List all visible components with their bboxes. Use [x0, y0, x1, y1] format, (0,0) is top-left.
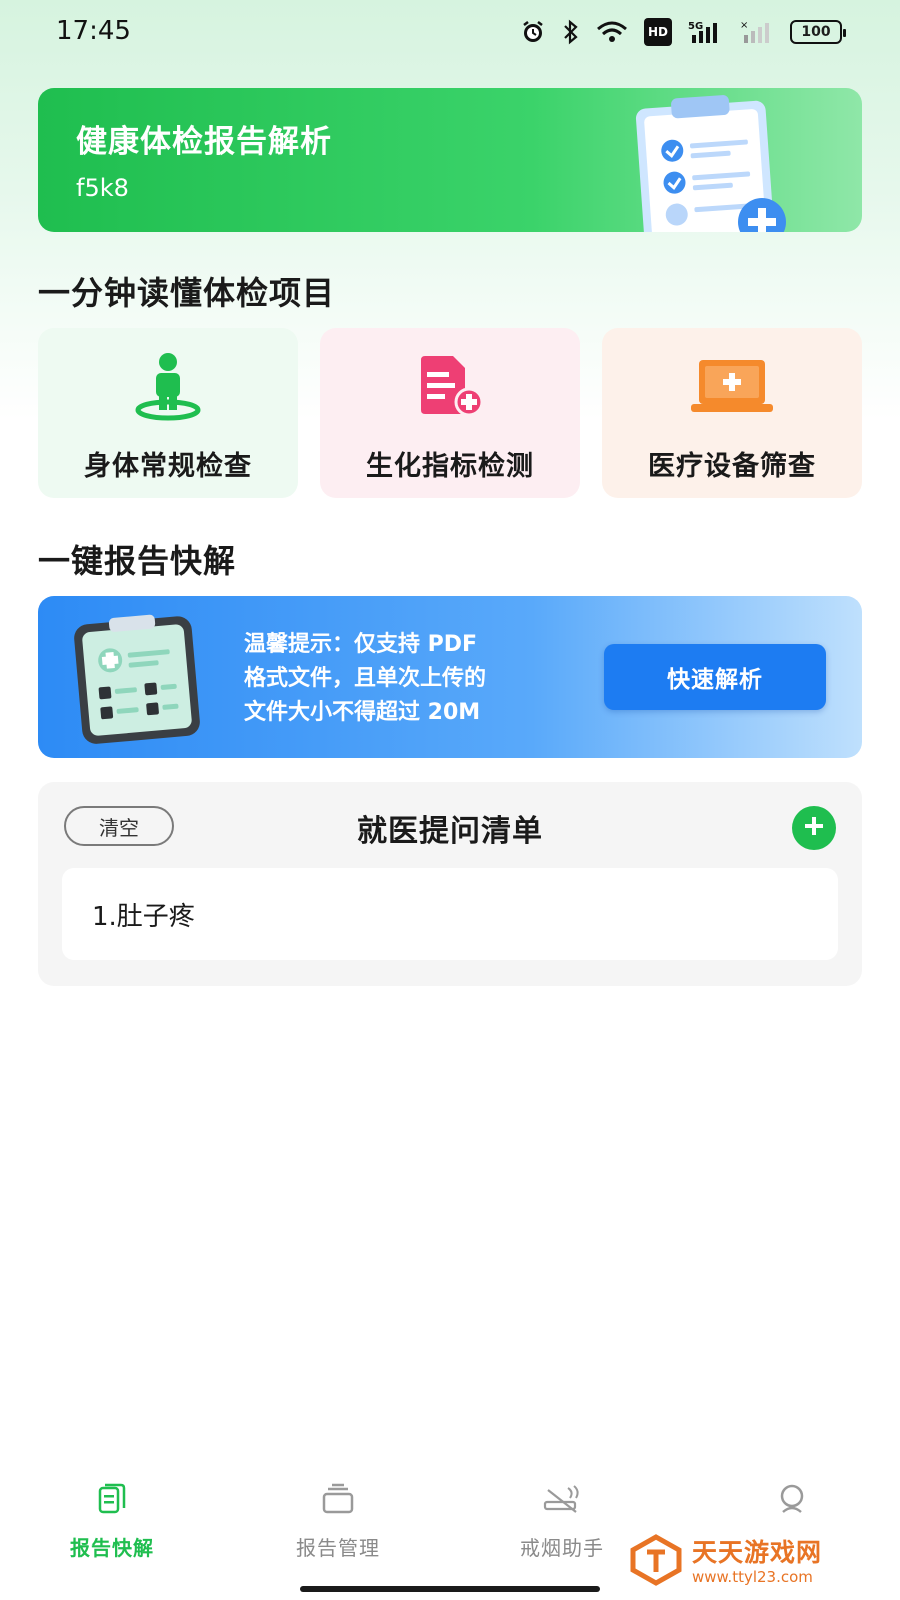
svg-text:×: × — [740, 20, 748, 31]
status-bar: 17:45 HD 5G × 100 — [0, 0, 900, 64]
home-indicator[interactable] — [300, 1586, 600, 1592]
hero-banner[interactable]: 健康体检报告解析 f5k8 — [38, 88, 862, 232]
question-list-title: 就医提问清单 — [357, 814, 543, 849]
watermark: 天天游戏网 www.ttyl23.com — [608, 1524, 900, 1600]
upload-tip-line: 温馨提示：仅支持 PDF — [244, 632, 478, 657]
category-card-body-check[interactable]: 身体常规检查 — [38, 328, 298, 498]
category-cards: 身体常规检查 生化指标检测 医疗设备筛查 — [38, 328, 862, 498]
category-card-device[interactable]: 医疗设备筛查 — [602, 328, 862, 498]
hd-badge: HD — [643, 18, 672, 46]
nav-label: 报告快解 — [70, 1536, 154, 1560]
add-question-button[interactable] — [792, 806, 836, 850]
svg-text:5G: 5G — [688, 21, 703, 32]
alarm-icon — [520, 18, 546, 46]
section-title-one-minute: 一分钟读懂体检项目 — [38, 274, 336, 312]
bluetooth-icon — [562, 18, 580, 46]
no-smoking-icon — [542, 1482, 582, 1520]
upload-tip: 温馨提示：仅支持 PDF 格式文件，且单次上传的 文件大小不得超过 20M — [244, 628, 584, 730]
question-list-card: 清空 就医提问清单 1.肚子疼 — [38, 782, 862, 986]
person-location-icon — [133, 352, 203, 426]
category-label: 医疗设备筛查 — [648, 451, 816, 482]
category-label: 身体常规检查 — [84, 451, 252, 482]
clipboard-report-icon — [612, 94, 812, 232]
watermark-url: www.ttyl23.com — [692, 1568, 813, 1586]
nav-item-report-manage[interactable]: 报告管理 — [258, 1482, 418, 1561]
medical-document-plus-icon — [415, 352, 485, 426]
status-icons: HD 5G × 100 — [520, 18, 846, 46]
profile-icon — [775, 1482, 809, 1520]
upload-tip-line: 文件大小不得超过 20M — [244, 700, 481, 725]
plus-icon — [802, 814, 826, 842]
hero-subtitle: f5k8 — [76, 174, 129, 202]
report-quick-icon — [95, 1482, 129, 1520]
signal-5g-icon: 5G — [688, 18, 724, 46]
upload-tip-line: 格式文件，且单次上传的 — [244, 666, 487, 691]
question-item[interactable]: 1.肚子疼 — [62, 868, 838, 960]
section-title-quick: 一键报告快解 — [38, 542, 237, 580]
watermark-title: 天天游戏网 — [692, 1538, 823, 1567]
nav-item-report-quick[interactable]: 报告快解 — [32, 1482, 192, 1561]
status-time: 17:45 — [56, 16, 131, 46]
nav-label: 报告管理 — [296, 1536, 380, 1560]
nav-label: 戒烟助手 — [520, 1536, 604, 1560]
battery-indicator: 100 — [790, 20, 846, 44]
quick-parse-button[interactable]: 快速解析 — [604, 644, 826, 710]
watermark-logo-icon — [630, 1534, 682, 1590]
signal-weak-icon: × — [740, 18, 774, 46]
report-tablet-icon — [68, 610, 218, 748]
category-card-biochem[interactable]: 生化指标检测 — [320, 328, 580, 498]
report-manage-icon — [320, 1482, 356, 1520]
wifi-icon — [596, 18, 628, 46]
hero-title: 健康体检报告解析 — [76, 124, 332, 160]
category-label: 生化指标检测 — [366, 451, 534, 482]
medical-laptop-icon — [687, 352, 777, 426]
upload-banner: 温馨提示：仅支持 PDF 格式文件，且单次上传的 文件大小不得超过 20M 快速… — [38, 596, 862, 758]
watermark-text: 天天游戏网 www.ttyl23.com — [692, 1538, 822, 1586]
